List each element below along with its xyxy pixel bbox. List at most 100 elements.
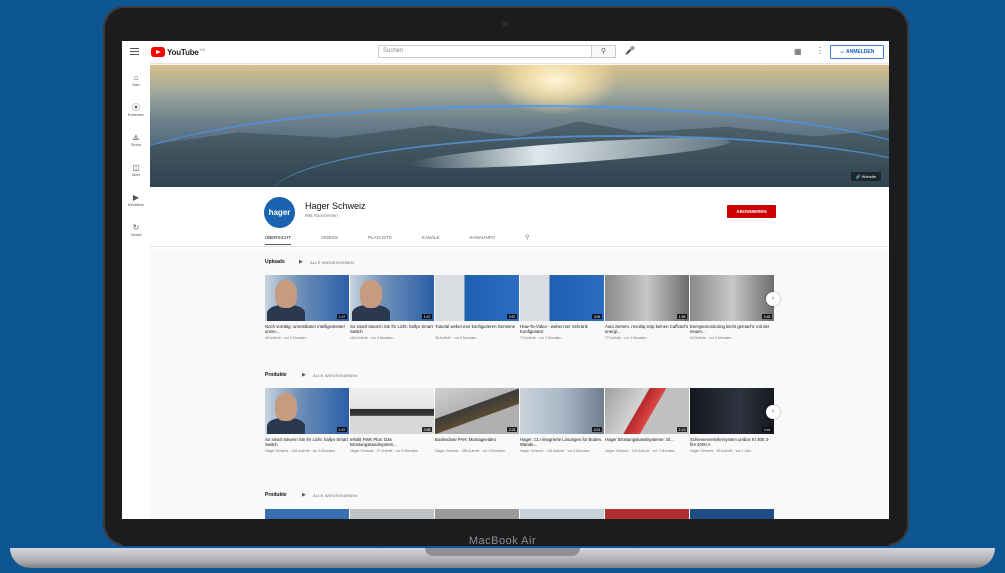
video-title[interactable]: Noch vorrätig: umrüstbarer intelligentes… <box>265 324 349 335</box>
sidebar-item-label: Entdecken <box>127 113 145 117</box>
video-thumbnail[interactable] <box>690 509 774 519</box>
tab-kanalinfo[interactable]: KANALINFO <box>469 231 495 245</box>
video-title[interactable]: So smart steuern Sie Ihr Licht: hallyo S… <box>350 324 434 335</box>
video-title[interactable]: Bodendose PAH: Montagevideo <box>435 437 519 448</box>
play-all-link[interactable]: ALLE WIEDERGEBEN <box>310 260 354 265</box>
shelf-title[interactable]: Uploads <box>265 259 285 265</box>
play-all-link[interactable]: ALLE WIEDERGEBEN <box>313 373 357 378</box>
video-title[interactable]: Hager Brüstungskanalsysteme: Gl... <box>605 437 689 448</box>
history-icon: ↻ <box>132 223 140 232</box>
video-title[interactable]: Hager: CLI integrierte Lösungen für Bode… <box>520 437 604 448</box>
video-thumbnail[interactable]: 1:47 <box>265 275 349 321</box>
video-meta: Hager Schweiz · 100 Aufrufe · vor 7 Mona… <box>605 449 676 453</box>
next-arrow-icon[interactable]: › <box>766 292 780 306</box>
play-all-icon[interactable]: ▶ <box>299 259 303 265</box>
video-card[interactable]: 3:05 How-To-Video - weber.mer Schrank Kon… <box>520 275 604 341</box>
video-title[interactable]: Schienenverteilersystem unibox KI 300 3-… <box>690 437 774 448</box>
video-card[interactable]: 1:47 Noch vorrätig: umrüstbarer intellige… <box>265 275 349 341</box>
hamburger-menu-icon[interactable] <box>130 48 139 55</box>
sidebar-item-start[interactable]: ⌂ Start <box>122 73 150 87</box>
youtube-header: YouTube CH Suchen ⚲ 🎤 ▦ ⋮ ☺ ANMELDEN <box>122 41 889 64</box>
video-thumbnail[interactable]: 0:58 <box>350 388 434 434</box>
video-card[interactable]: 1:47 So smart steuern Sie Ihr Licht: hall… <box>265 388 349 454</box>
subscriber-count: 985 Abonnenten <box>305 213 338 218</box>
video-thumbnail[interactable]: 2:57 <box>435 275 519 321</box>
search-input[interactable]: Suchen <box>378 45 592 58</box>
video-thumbnail[interactable] <box>520 509 604 519</box>
shelf-title[interactable]: Produkte <box>265 372 287 378</box>
video-thumbnail[interactable]: 4:21 <box>520 388 604 434</box>
video-thumbnail[interactable]: 1:58 <box>605 275 689 321</box>
video-thumbnail[interactable] <box>350 509 434 519</box>
device-model-label: MacBook Air <box>468 535 537 547</box>
video-duration: 1:58 <box>677 314 687 319</box>
signin-button[interactable]: ☺ ANMELDEN <box>830 45 884 59</box>
video-card[interactable]: 0:45 Energiemonitoring leicht gemacht: mi… <box>690 275 774 341</box>
video-meta: 72 Aufrufe · vor 4 Monaten <box>605 336 647 340</box>
video-title[interactable]: So smart steuern Sie Ihr Licht: hallyo S… <box>265 437 349 448</box>
banner-website-link[interactable]: 🔗 Website <box>850 172 881 181</box>
user-icon: ☺ <box>839 49 845 55</box>
video-meta: Hager Schweiz · 164 Aufrufe · vor 3 Mona… <box>265 449 336 453</box>
more-options-icon[interactable]: ⋮ <box>816 46 824 55</box>
video-thumbnail[interactable]: 1:47 <box>350 275 434 321</box>
signin-label: ANMELDEN <box>845 49 875 55</box>
sidebar-item-label: Verlauf <box>130 233 142 237</box>
shelf-title[interactable]: Produkte <box>265 492 287 498</box>
video-card[interactable]: 0:44 Schienenverteilersystem unibox KI 30… <box>690 388 774 454</box>
channel-banner: 🔗 Website <box>150 65 889 187</box>
video-card[interactable]: 2:24 Bodendose PAH: Montagevideo Hager Sch… <box>435 388 519 454</box>
microphone-icon[interactable]: 🎤 <box>625 46 635 55</box>
video-thumbnail[interactable]: 0:45 <box>690 275 774 321</box>
video-card[interactable]: 1:58 Auto ziemen, revoltiq smp beinen Caf… <box>605 275 689 341</box>
video-meta: 38 Aufrufe · vor 3 Monaten <box>435 336 477 340</box>
tab-videos[interactable]: VIDEOS <box>321 231 338 245</box>
video-card[interactable]: 0:58 tehalit FWK Plus: Das Brüstungskanal… <box>350 388 434 454</box>
subscribe-button[interactable]: ABONNIEREN <box>727 205 776 218</box>
video-thumbnail[interactable]: 1:13 <box>605 388 689 434</box>
video-title[interactable]: Tutorial weber.mer konfigurieren Gemeine <box>435 324 519 335</box>
sidebar-item-abos[interactable]: ◫ Abos <box>122 163 150 177</box>
tab-playlists[interactable]: PLAYLISTS <box>368 231 392 245</box>
video-card[interactable]: 4:21 Hager: CLI integrierte Lösungen für … <box>520 388 604 454</box>
sidebar-item-label: Start <box>132 83 140 87</box>
presenter-face <box>360 280 382 308</box>
video-thumbnail[interactable]: 3:05 <box>520 275 604 321</box>
channel-name: Hager Schweiz <box>305 201 366 211</box>
video-title[interactable]: tehalit FWK Plus: Das Brüstungskanalsyst… <box>350 437 434 448</box>
explore-icon: ⦿ <box>132 103 140 112</box>
sidebar-item-label: Abos <box>132 173 140 177</box>
sidebar-item-verlauf[interactable]: ↻ Verlauf <box>122 223 150 237</box>
sidebar-item-mediathek[interactable]: ▶ Mediathek <box>122 193 150 207</box>
video-card[interactable]: 2:57 Tutorial weber.mer konfigurieren Gem… <box>435 275 519 341</box>
search-button[interactable]: ⚲ <box>592 45 616 58</box>
video-duration: 1:47 <box>337 314 347 319</box>
video-card[interactable]: 1:13 Hager Brüstungskanalsysteme: Gl... Ha… <box>605 388 689 454</box>
video-title[interactable]: Auto ziemen, revoltiq smp beinen Caffvac… <box>605 324 689 335</box>
video-thumbnail[interactable] <box>435 509 519 519</box>
play-all-link[interactable]: ALLE WIEDERGEBEN <box>313 493 357 498</box>
channel-search-icon[interactable]: ⚲ <box>525 231 529 245</box>
video-duration: 1:47 <box>422 314 432 319</box>
video-thumbnail[interactable]: 0:44 <box>690 388 774 434</box>
apps-grid-icon[interactable]: ▦ <box>794 47 802 56</box>
video-card[interactable]: 1:47 So smart steuern Sie Ihr Licht: hall… <box>350 275 434 341</box>
channel-avatar[interactable]: hager <box>264 197 295 228</box>
video-title[interactable]: How-To-Video - weber.mer Schrank Konfigu… <box>520 324 604 335</box>
play-all-icon[interactable]: ▶ <box>302 372 306 378</box>
video-thumbnail[interactable]: 1:47 <box>265 388 349 434</box>
video-thumbnail[interactable] <box>265 509 349 519</box>
channel-tabs: ÜBERSICHT VIDEOS PLAYLISTS KANÄLE KANALI… <box>265 231 529 245</box>
tab-kanaele[interactable]: KANÄLE <box>422 231 440 245</box>
play-all-icon[interactable]: ▶ <box>302 492 306 498</box>
video-meta: Hager Schweiz · 285 Aufrufe · vor 3 Mona… <box>435 449 506 453</box>
video-title[interactable]: Energiemonitoring leicht gemacht: mit de… <box>690 324 774 335</box>
video-duration: 0:58 <box>422 427 432 432</box>
video-thumbnail[interactable]: 2:24 <box>435 388 519 434</box>
sidebar-item-entdecken[interactable]: ⦿ Entdecken <box>122 103 150 117</box>
sidebar-item-shorts[interactable]: ⧌ Shorts <box>122 133 150 147</box>
youtube-logo[interactable]: YouTube CH <box>151 46 205 58</box>
next-arrow-icon[interactable]: › <box>766 405 780 419</box>
tab-uebersicht[interactable]: ÜBERSICHT <box>265 231 292 245</box>
video-thumbnail[interactable] <box>605 509 689 519</box>
